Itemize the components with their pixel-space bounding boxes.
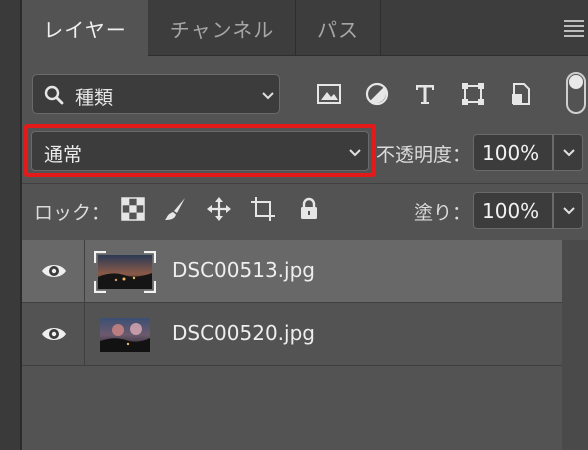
adjustment-filter-icon[interactable] [364,81,390,107]
opacity-label: 不透明度： [376,144,472,166]
layer-name[interactable]: DSC00520.jpg [172,321,315,345]
lock-label: ロック： [34,202,111,224]
fill-dropdown-button[interactable] [553,192,583,229]
lock-artboard-icon[interactable] [250,196,276,222]
visibility-toggle[interactable] [22,240,85,302]
shape-filter-icon[interactable] [460,81,486,107]
lock-position-icon[interactable] [206,196,232,222]
lock-transparent-pixels-icon[interactable] [120,196,146,222]
opacity-input[interactable]: 100% [473,134,553,171]
visibility-toggle[interactable] [22,303,85,365]
smart-object-filter-icon[interactable] [508,81,534,107]
divider [22,183,588,184]
filter-kind-select[interactable]: 種類 [32,74,280,114]
fill-label: 塗り： [414,202,472,224]
highlight-box [24,124,376,177]
search-icon [44,85,64,105]
lock-all-icon[interactable] [296,196,322,222]
eye-icon [42,328,66,340]
tab-bar: レイヤー チャンネル パス [22,0,588,57]
opacity-dropdown-button[interactable] [553,134,583,171]
layer-row[interactable]: DSC00520.jpg [22,303,588,366]
layer-thumbnail [94,251,156,293]
toggle-knob [569,75,583,89]
layer-row[interactable]: DSC00513.jpg [22,240,588,303]
tab-paths[interactable]: パス [296,0,381,56]
eye-icon [42,265,66,277]
layer-name[interactable]: DSC00513.jpg [172,258,315,282]
layers-list: DSC00513.jpg DSC00520.jpg [22,240,588,450]
tab-channels[interactable]: チャンネル [149,0,296,56]
panel-menu-icon[interactable] [554,14,588,42]
chevron-down-icon [563,207,575,215]
filter-kind-label: 種類 [75,87,114,109]
type-filter-icon[interactable] [412,81,438,107]
chevron-down-icon [262,92,274,100]
image-filter-icon[interactable] [316,81,342,107]
layer-thumbnail [100,318,150,352]
chevron-down-icon [563,149,575,157]
filter-toggle-switch[interactable] [566,72,586,114]
scrollbar[interactable] [562,240,588,450]
fill-input[interactable]: 100% [473,192,553,229]
tab-layers[interactable]: レイヤー [22,0,148,57]
left-gutter [0,0,20,450]
lock-image-pixels-icon[interactable] [162,196,188,222]
